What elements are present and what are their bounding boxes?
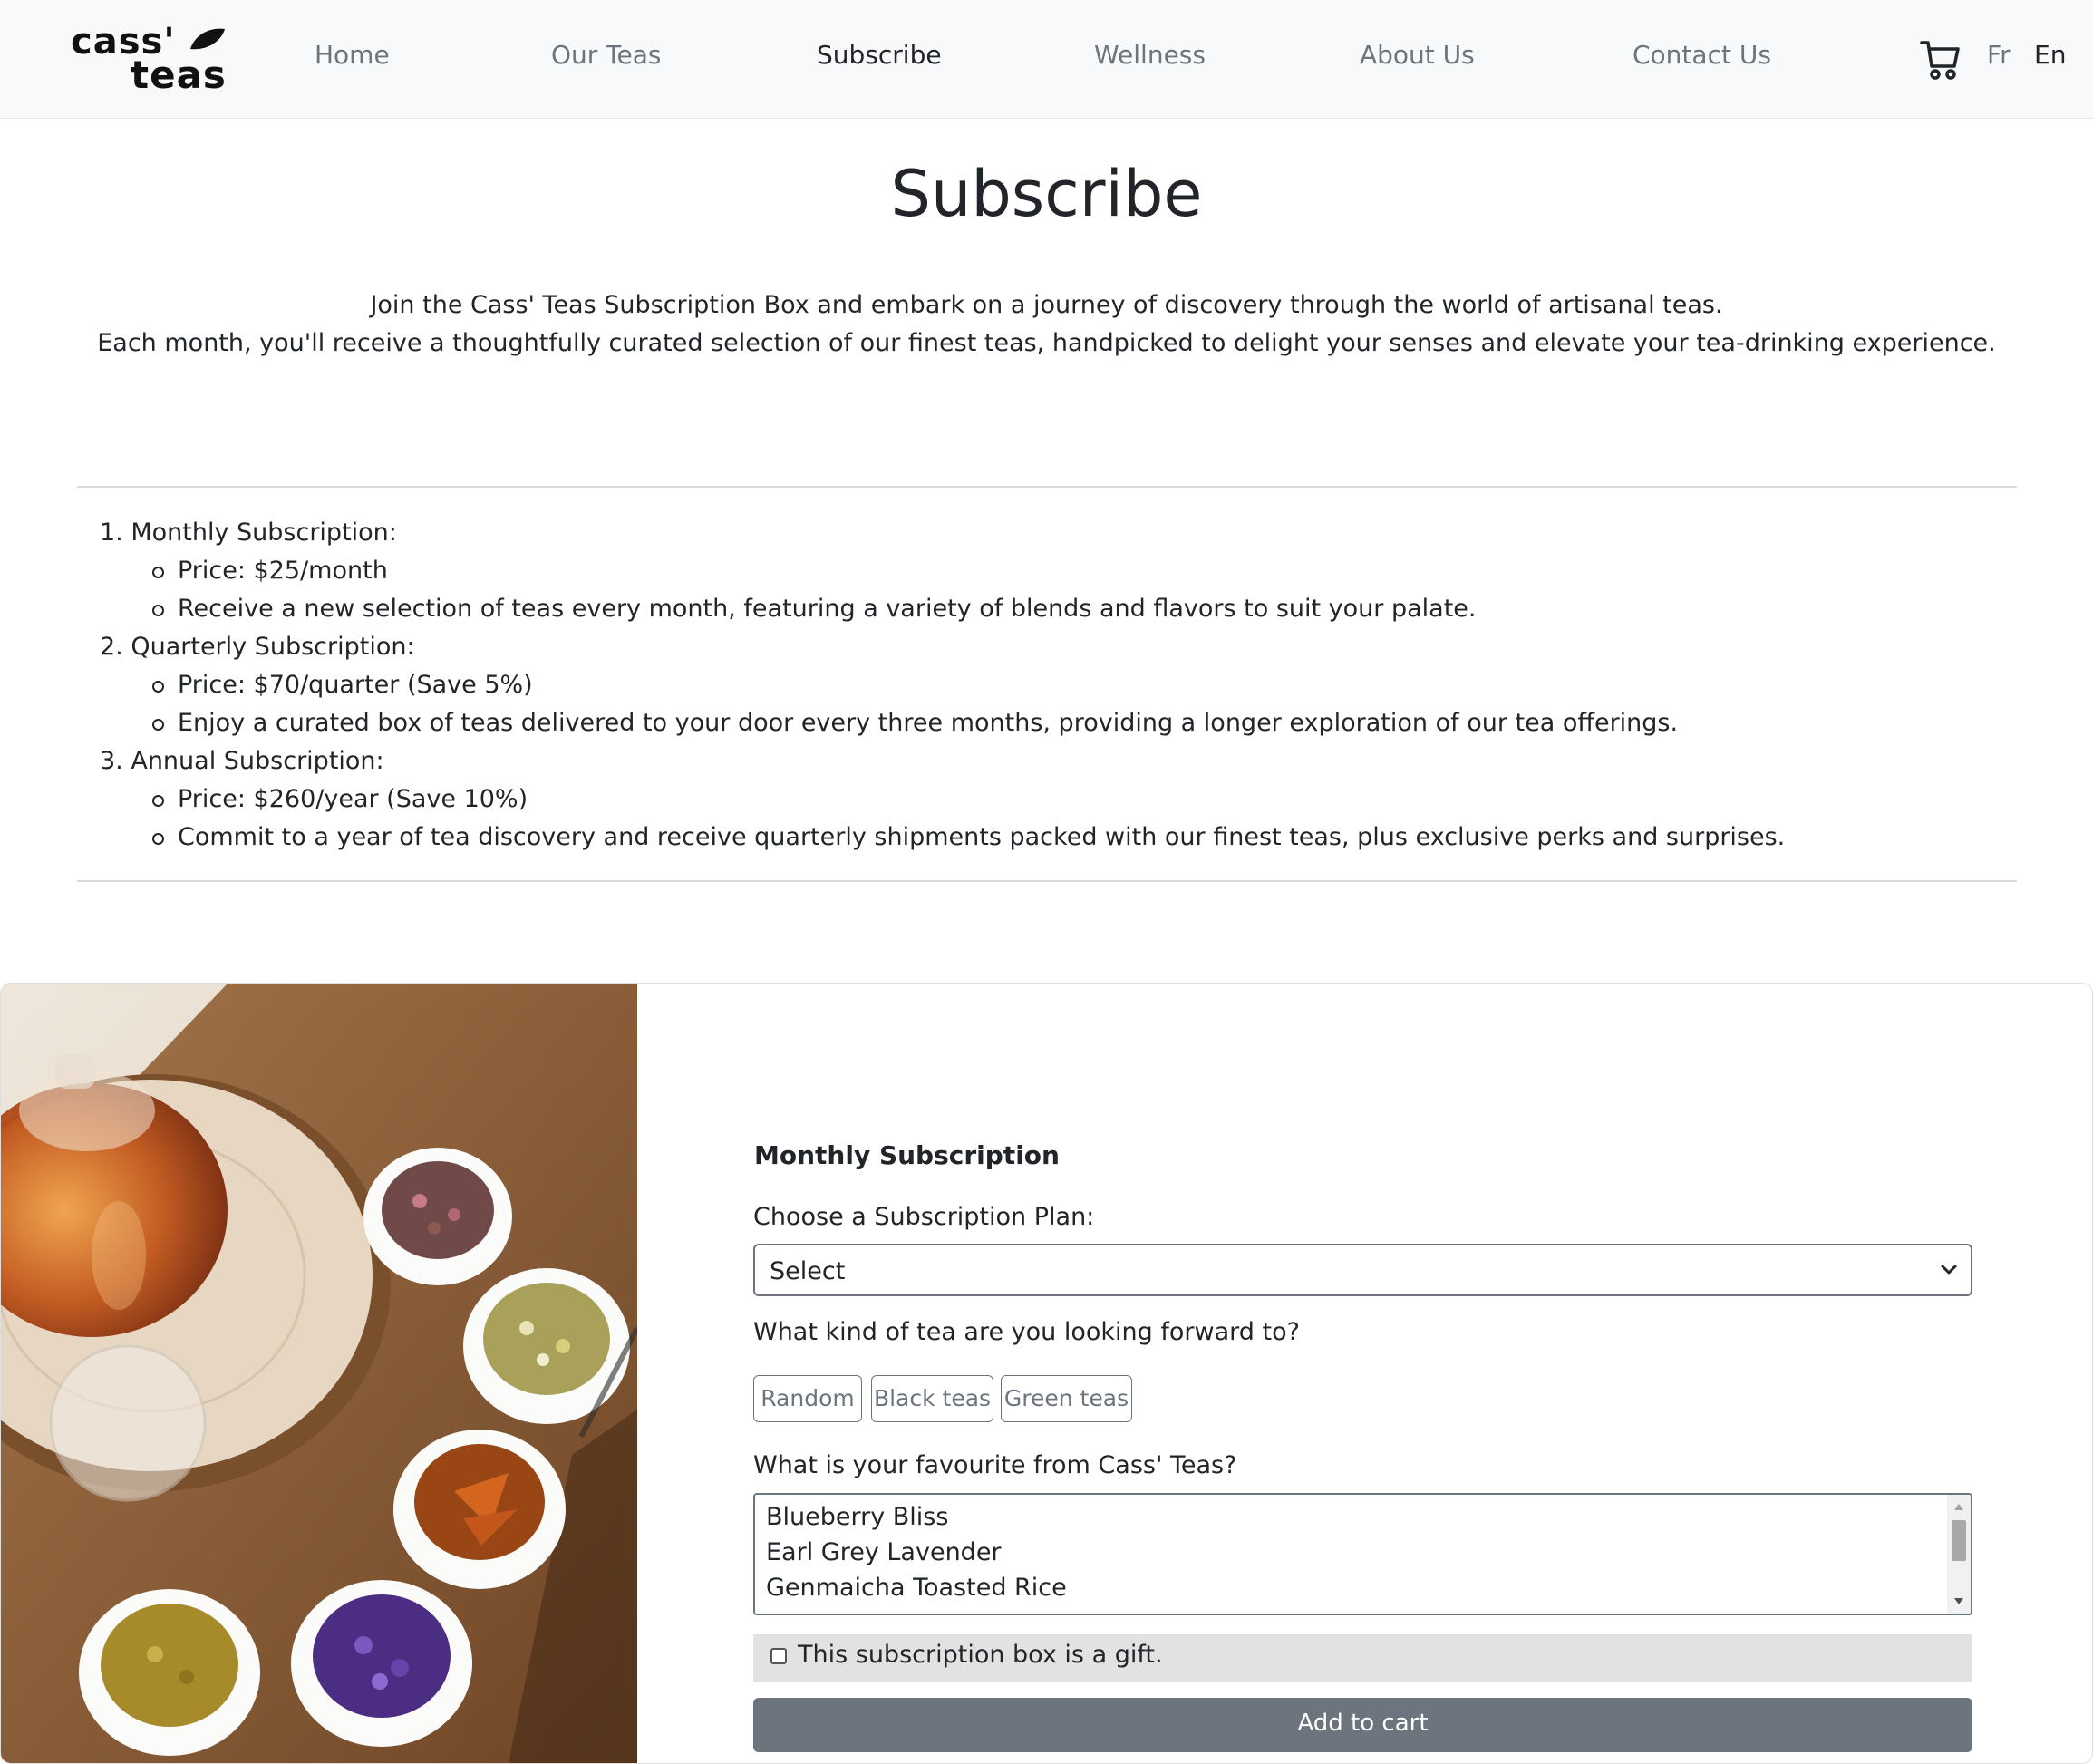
intro-text: Join the Cass' Teas Subscription Box and… <box>0 286 2093 363</box>
gift-option-row: This subscription box is a gift. <box>753 1634 1972 1682</box>
favourite-option[interactable]: Genmaicha Toasted Rice <box>766 1574 1067 1602</box>
cart-icon[interactable] <box>1920 39 1962 81</box>
favourite-option[interactable]: Earl Grey Lavender <box>766 1538 1002 1566</box>
plan-title: 2. Quarterly Subscription: <box>100 633 415 661</box>
page-title: Subscribe <box>890 157 1203 231</box>
favourite-option[interactable]: Blueberry Bliss <box>766 1503 948 1531</box>
plan-monthly: 1. Monthly Subscription: Price: $25/mont… <box>100 514 1785 628</box>
plan-title: 1. Monthly Subscription: <box>100 519 397 547</box>
chevron-down-icon <box>1941 1265 1957 1275</box>
listbox-scrollbar[interactable] <box>1947 1495 1971 1614</box>
brand-logo[interactable]: cass' teas <box>71 24 232 94</box>
lang-en-link[interactable]: En <box>2034 40 2066 70</box>
lang-fr-link[interactable]: Fr <box>1987 40 2011 70</box>
favourite-label: What is your favourite from Cass' Teas? <box>753 1451 1237 1479</box>
scroll-up-arrow-icon[interactable] <box>1954 1504 1963 1510</box>
leaf-icon <box>190 28 225 50</box>
tea-photo <box>1 984 637 1763</box>
form-title: Monthly Subscription <box>754 1140 1060 1170</box>
navbar: cass' teas Home Our Teas Subscribe Welln… <box>0 0 2093 119</box>
nav-item-our-teas[interactable]: Our Teas <box>551 40 662 70</box>
tea-kind-green-button[interactable]: Green teas <box>1001 1375 1132 1422</box>
plan-price: Price: $260/year (Save 10%) <box>100 780 1785 819</box>
logo-line2: teas <box>131 53 227 97</box>
plan-description: Enjoy a curated box of teas delivered to… <box>100 704 1785 742</box>
plan-price: Price: $70/quarter (Save 5%) <box>100 666 1785 704</box>
plans-list: 1. Monthly Subscription: Price: $25/mont… <box>100 514 1785 857</box>
plan-select[interactable]: Select <box>753 1244 1972 1296</box>
divider-top <box>77 486 2017 488</box>
divider-bottom <box>77 880 2017 882</box>
plan-price: Price: $25/month <box>100 552 1785 590</box>
add-to-cart-button[interactable]: Add to cart <box>753 1698 1972 1752</box>
gift-checkbox-label[interactable]: This subscription box is a gift. <box>798 1641 1163 1669</box>
intro-line-2: Each month, you'll receive a thoughtfull… <box>97 329 1996 357</box>
plan-select-value: Select <box>770 1257 846 1285</box>
tea-kind-label: What kind of tea are you looking forward… <box>753 1318 1300 1346</box>
plan-quarterly: 2. Quarterly Subscription: Price: $70/qu… <box>100 628 1785 742</box>
nav-item-contact-us[interactable]: Contact Us <box>1633 40 1771 70</box>
gift-checkbox[interactable] <box>770 1648 787 1664</box>
plan-description: Commit to a year of tea discovery and re… <box>100 819 1785 857</box>
favourite-listbox[interactable]: Blueberry Bliss Earl Grey Lavender Genma… <box>753 1493 1972 1615</box>
intro-line-1: Join the Cass' Teas Subscription Box and… <box>370 291 1723 319</box>
plan-title: 3. Annual Subscription: <box>100 747 384 775</box>
plan-label: Choose a Subscription Plan: <box>753 1203 1095 1231</box>
nav-item-subscribe[interactable]: Subscribe <box>817 40 942 70</box>
plan-annual: 3. Annual Subscription: Price: $260/year… <box>100 742 1785 857</box>
nav-item-about-us[interactable]: About Us <box>1360 40 1475 70</box>
scroll-down-arrow-icon[interactable] <box>1954 1598 1963 1604</box>
plan-description: Receive a new selection of teas every mo… <box>100 590 1785 628</box>
nav-item-wellness[interactable]: Wellness <box>1094 40 1206 70</box>
nav-item-home[interactable]: Home <box>315 40 390 70</box>
tea-kind-random-button[interactable]: Random <box>753 1375 862 1422</box>
scroll-thumb[interactable] <box>1952 1520 1966 1561</box>
tea-kind-black-button[interactable]: Black teas <box>871 1375 993 1422</box>
